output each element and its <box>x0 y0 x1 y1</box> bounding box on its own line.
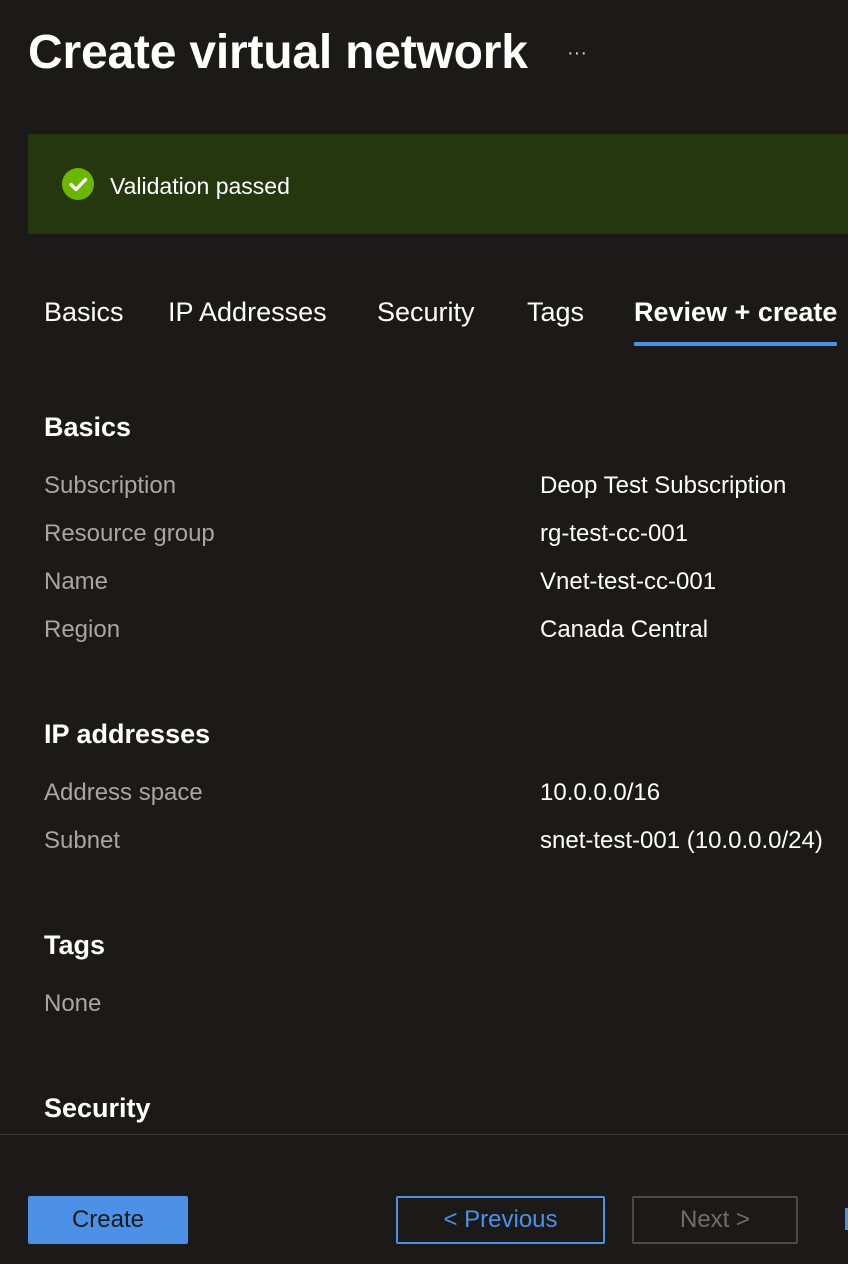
label-subscription: Subscription <box>44 472 177 499</box>
value-resource-group: rg-test-cc-001 <box>540 520 689 547</box>
page-title: Create virtual network <box>28 26 528 79</box>
section-title-ip-addresses: IP addresses <box>44 719 211 749</box>
value-subscription: Deop Test Subscription <box>540 472 787 499</box>
section-title-security: Security <box>44 1093 151 1123</box>
value-address-space: 10.0.0.0/16 <box>540 779 661 806</box>
check-circle-icon <box>62 168 94 200</box>
footer-divider <box>0 1134 848 1135</box>
validation-banner: Validation passed <box>28 134 848 234</box>
value-region: Canada Central <box>540 616 709 643</box>
active-tab-indicator <box>634 342 837 346</box>
label-name: Name <box>44 568 109 595</box>
section-title-tags: Tags <box>44 930 106 960</box>
section-title-basics: Basics <box>44 412 132 442</box>
validation-message: Validation passed <box>110 173 290 199</box>
more-options-icon[interactable]: ··· <box>562 38 592 68</box>
label-region: Region <box>44 616 121 643</box>
tab-security[interactable]: Security <box>377 294 475 330</box>
tab-ip-addresses[interactable]: IP Addresses <box>168 294 327 330</box>
label-subnet: Subnet <box>44 827 121 854</box>
previous-button[interactable]: < Previous <box>396 1196 605 1244</box>
label-resource-group: Resource group <box>44 520 215 547</box>
tab-basics[interactable]: Basics <box>44 294 124 330</box>
next-button: Next > <box>632 1196 798 1244</box>
tab-review-create[interactable]: Review + create <box>634 294 837 330</box>
value-tags: None <box>44 990 102 1017</box>
tab-bar: Basics IP Addresses Security Tags Review… <box>0 290 848 350</box>
create-button[interactable]: Create <box>28 1196 188 1244</box>
value-name: Vnet-test-cc-001 <box>540 568 717 595</box>
tab-tags[interactable]: Tags <box>527 294 584 330</box>
label-address-space: Address space <box>44 779 203 806</box>
value-subnet: snet-test-001 (10.0.0.0/24) <box>540 827 823 854</box>
